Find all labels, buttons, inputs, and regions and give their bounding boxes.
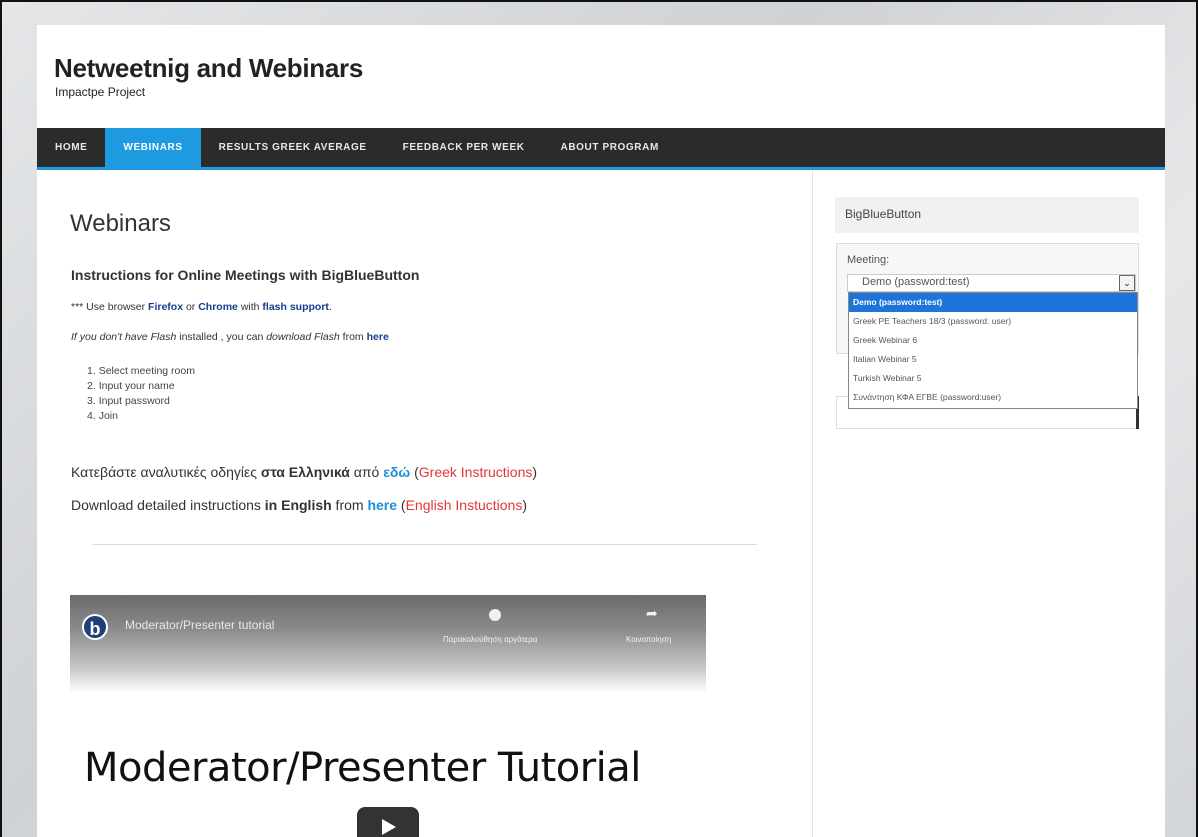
greek-paren-open: ( [410,464,419,480]
step-item: 3. Input password [87,395,170,407]
greek-bold: στα Ελληνικά [260,464,350,480]
instructions-title: Instructions for Online Meetings with Bi… [71,267,420,283]
english-paren-close: ) [522,497,527,513]
step-item: 1. Select meeting room [87,365,195,377]
browser-note-or: or [183,301,199,313]
browser-note-prefix: *** Use browser [71,301,149,313]
bigbluebutton-logo-icon[interactable]: b [82,614,108,640]
browser-note-suffix: . [328,301,332,313]
flash-note-part4: from [339,331,367,343]
nav-item-results-greek-average[interactable]: RESULTS GREEK AVERAGE [201,128,385,167]
meeting-option[interactable]: Demo (password:test) [849,293,1137,312]
page: Netweetnig and Webinars Impactpe Project… [37,25,1165,837]
greek-text: Κατεβάστε αναλυτικές οδηγίες [71,464,261,480]
main-nav: HOME WEBINARS RESULTS GREEK AVERAGE FEED… [37,128,1165,170]
greek-mid: από [349,464,384,480]
site-header: Netweetnig and Webinars Impactpe Project [37,25,1165,128]
meeting-option[interactable]: Greek Webinar 6 [849,331,1137,350]
meeting-option[interactable]: Italian Webinar 5 [849,350,1137,369]
english-text: Download detailed instructions [71,497,265,513]
steps-list: 1. Select meeting room 2. Input your nam… [87,364,195,424]
site-title[interactable]: Netweetnig and Webinars [54,53,363,84]
video-big-title: Moderator/Presenter Tutorial [84,745,641,791]
step-text: Join [98,410,118,422]
watch-later-label[interactable]: Παρακολούθηση αργότερα [443,635,537,644]
chevron-down-icon[interactable]: ⌄ [1119,275,1135,291]
english-instructions-line: Download detailed instructions in Englis… [71,497,527,513]
step-text: Input your name [98,380,175,392]
browser-note: *** Use browser Firefox or Chrome with f… [71,301,332,313]
nav-item-home[interactable]: HOME [37,128,105,167]
greek-here-link[interactable]: εδώ [383,464,410,480]
clock-icon[interactable] [489,609,501,621]
flash-note-part1: If you don't have Flash [71,331,177,343]
main-content: Webinars Instructions for Online Meeting… [37,170,812,837]
page-title: Webinars [70,210,171,237]
play-icon[interactable] [357,807,419,837]
meeting-select[interactable]: Demo (password:test) ⌄ [847,274,1136,292]
video-embed[interactable]: b Moderator/Presenter tutorial Παρακολού… [70,595,706,837]
flash-note-part2: installed , you can [176,331,267,343]
divider [92,544,757,545]
flash-note-part3: download Flash [266,331,340,343]
step-item: 2. Input your name [87,380,175,392]
meeting-select-value: Demo (password:test) [862,276,970,288]
widget-title: BigBlueButton [835,197,1139,233]
greek-instructions-link[interactable]: Greek Instructions [419,464,533,480]
english-bold: in English [264,497,332,513]
meeting-option[interactable]: Turkish Webinar 5 [849,369,1137,388]
chrome-link[interactable]: Chrome [198,301,238,313]
greek-instructions-line: Κατεβάστε αναλυτικές οδηγίες στα Ελληνικ… [71,464,537,480]
video-title[interactable]: Moderator/Presenter tutorial [125,618,274,632]
meeting-label: Meeting: [847,254,890,266]
browser-note-with: with [237,301,263,313]
step-text: Select meeting room [98,365,195,377]
nav-item-about-program[interactable]: ABOUT PROGRAM [543,128,677,167]
meeting-dropdown-list: Demo (password:test) Greek PE Teachers 1… [848,292,1138,409]
meeting-option[interactable]: Greek PE Teachers 18/3 (password: user) [849,312,1137,331]
meeting-option[interactable]: Συνάντηση ΚΦΑ ΕΓΒΕ (password:user) [849,388,1137,407]
share-label[interactable]: Κοινοποίηση [626,635,671,644]
english-instructions-link[interactable]: English Instuctions [406,497,523,513]
sidebar: BigBlueButton Meeting: Demo (password:te… [812,170,1165,837]
site-subtitle: Impactpe Project [55,85,146,99]
english-paren-open: ( [397,497,406,513]
screenshot-frame: Netweetnig and Webinars Impactpe Project… [0,0,1198,837]
flash-note: If you don't have Flash installed , you … [71,331,389,343]
firefox-link[interactable]: Firefox [148,301,183,313]
flash-support-link[interactable]: flash support [262,301,329,313]
share-icon[interactable]: ➦ [646,605,658,622]
step-item: 4. Join [87,410,118,422]
step-text: Input password [98,395,170,407]
download-flash-link[interactable]: here [367,331,389,343]
video-top-bar: b Moderator/Presenter tutorial Παρακολού… [70,595,706,693]
nav-item-webinars[interactable]: WEBINARS [105,128,201,167]
english-here-link[interactable]: here [367,497,397,513]
english-mid: from [331,497,368,513]
nav-item-feedback-per-week[interactable]: FEEDBACK PER WEEK [385,128,543,167]
greek-paren-close: ) [532,464,538,480]
